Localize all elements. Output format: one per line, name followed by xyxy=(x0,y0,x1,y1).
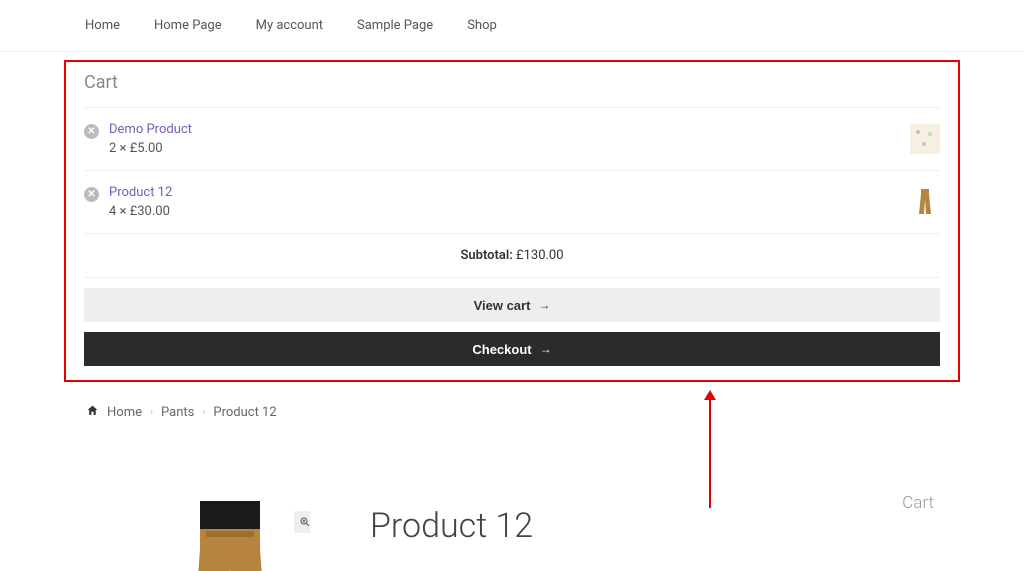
checkout-button[interactable]: Checkout → xyxy=(84,332,940,366)
annotation-arrow xyxy=(709,398,711,508)
cart-item-thumb[interactable] xyxy=(910,124,940,154)
breadcrumb: Home › Pants › Product 12 xyxy=(86,404,1024,421)
nav-home-page[interactable]: Home Page xyxy=(154,18,222,33)
nav-home[interactable]: Home xyxy=(85,18,120,33)
subtotal-label: Subtotal: xyxy=(460,248,512,263)
cart-item: ✕ Product 12 4 × £30.00 xyxy=(84,171,940,234)
product-area: Product 12 xyxy=(150,501,533,571)
breadcrumb-parent[interactable]: Pants xyxy=(161,405,194,420)
arrow-right-icon: → xyxy=(540,342,552,356)
sidebar-cart-title: Cart xyxy=(902,493,934,513)
breadcrumb-current: Product 12 xyxy=(213,405,276,420)
remove-item-icon[interactable]: ✕ xyxy=(84,187,99,202)
cart-subtotal: Subtotal: £130.00 xyxy=(84,234,940,278)
home-icon[interactable] xyxy=(86,404,99,421)
nav-my-account[interactable]: My account xyxy=(256,18,323,33)
cart-title: Cart xyxy=(84,72,940,93)
product-title: Product 12 xyxy=(370,506,533,546)
view-cart-button[interactable]: View cart → xyxy=(84,288,940,322)
cart-item-qty: 4 × £30.00 xyxy=(109,204,172,219)
nav-shop[interactable]: Shop xyxy=(467,18,497,33)
checkout-label: Checkout xyxy=(472,342,531,357)
arrow-right-icon: → xyxy=(538,298,550,312)
nav-sample-page[interactable]: Sample Page xyxy=(357,18,433,33)
chevron-right-icon: › xyxy=(150,407,153,418)
cart-item: ✕ Demo Product 2 × £5.00 xyxy=(84,108,940,171)
cart-item-name[interactable]: Product 12 xyxy=(109,185,172,200)
cart-item-thumb[interactable] xyxy=(910,187,940,217)
cart-item-qty: 2 × £5.00 xyxy=(109,141,192,156)
product-image[interactable] xyxy=(150,501,310,571)
cart-item-name[interactable]: Demo Product xyxy=(109,122,192,137)
cart-widget-highlight: Cart ✕ Demo Product 2 × £5.00 ✕ Product … xyxy=(64,60,960,382)
remove-item-icon[interactable]: ✕ xyxy=(84,124,99,139)
breadcrumb-home[interactable]: Home xyxy=(107,405,142,420)
zoom-icon[interactable] xyxy=(294,511,310,533)
chevron-right-icon: › xyxy=(202,407,205,418)
view-cart-label: View cart xyxy=(474,298,531,313)
top-nav: Home Home Page My account Sample Page Sh… xyxy=(0,0,1024,52)
subtotal-value: £130.00 xyxy=(516,248,564,263)
